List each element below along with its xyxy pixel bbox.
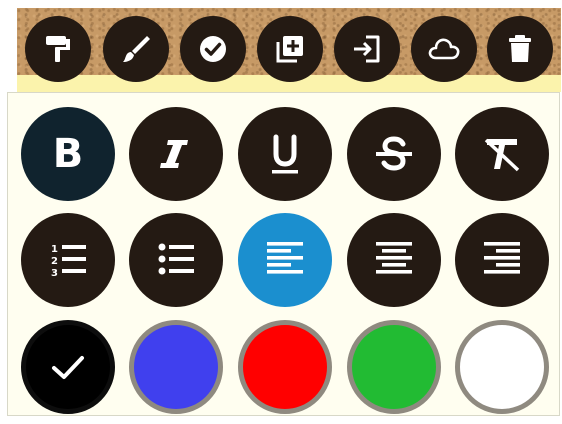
number-label: 1 <box>51 244 58 255</box>
color-swatch-black[interactable] <box>21 320 115 414</box>
underline-button[interactable] <box>238 107 332 201</box>
paint-roller-icon <box>46 36 70 62</box>
underline-icon <box>272 134 298 174</box>
clear-formatting-button[interactable] <box>455 107 549 201</box>
add-note-button[interactable] <box>257 16 323 82</box>
strikethrough-icon <box>376 136 412 171</box>
number-label: 2 <box>51 256 58 267</box>
italic-button[interactable] <box>129 107 223 201</box>
bulleted-list-icon <box>158 243 194 275</box>
trash-icon <box>509 35 531 62</box>
check-circle-icon <box>200 36 226 62</box>
numbered-list-button[interactable]: 1 2 3 <box>21 213 115 307</box>
color-swatch-blue[interactable] <box>129 320 223 414</box>
add-copy-icon <box>276 36 303 63</box>
note-toolbar <box>0 0 562 92</box>
color-swatch-white[interactable] <box>455 320 549 414</box>
align-left-button[interactable] <box>238 213 332 307</box>
clear-format-icon <box>484 138 520 172</box>
number-label: 3 <box>51 268 58 279</box>
cloud-icon <box>428 38 460 60</box>
paintbrush-button[interactable] <box>103 16 169 82</box>
align-right-button[interactable] <box>455 213 549 307</box>
align-left-icon <box>267 242 303 274</box>
align-right-icon <box>484 242 520 274</box>
bold-button[interactable]: B <box>21 107 115 201</box>
sign-in-icon <box>354 35 380 63</box>
format-painter-button[interactable] <box>25 16 91 82</box>
done-button[interactable] <box>180 16 246 82</box>
import-button[interactable] <box>334 16 400 82</box>
strikethrough-button[interactable] <box>347 107 441 201</box>
format-panel: B 1 2 3 <box>7 92 560 416</box>
cloud-save-button[interactable] <box>411 16 477 82</box>
color-swatch-green[interactable] <box>347 320 441 414</box>
color-swatch-red[interactable] <box>238 320 332 414</box>
align-center-button[interactable] <box>347 213 441 307</box>
check-icon <box>52 356 84 379</box>
paintbrush-icon <box>123 36 150 62</box>
italic-icon <box>160 140 188 168</box>
bold-icon: B <box>52 131 84 177</box>
delete-button[interactable] <box>487 16 553 82</box>
numbered-list-icon: 1 2 3 <box>51 244 86 279</box>
align-center-icon <box>376 242 412 274</box>
bulleted-list-button[interactable] <box>129 213 223 307</box>
